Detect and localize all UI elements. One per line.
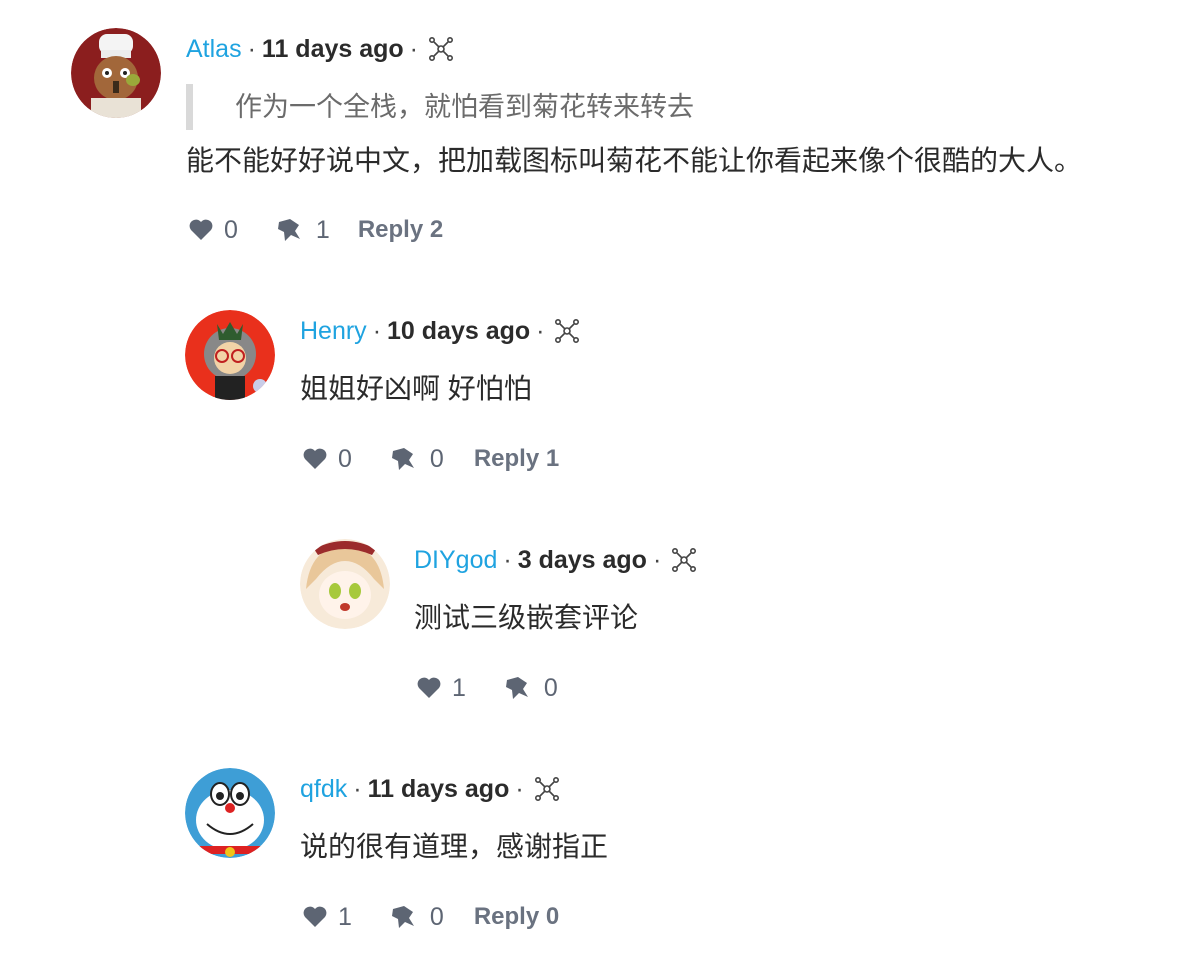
dislike-count: 0 [543, 673, 558, 702]
timestamp[interactable]: 11 days ago [262, 35, 404, 64]
thumbs-down-icon [277, 219, 300, 241]
network-icon[interactable] [554, 318, 580, 344]
dislike-button[interactable]: 0 [390, 903, 444, 932]
avatar[interactable] [185, 768, 275, 858]
network-icon[interactable] [671, 547, 697, 573]
timestamp[interactable]: 3 days ago [518, 546, 647, 575]
avatar[interactable] [185, 310, 275, 400]
dislike-count: 0 [429, 902, 444, 931]
separator-dot: · [515, 774, 524, 803]
dislike-count: 1 [315, 215, 330, 244]
separator-dot: · [353, 774, 362, 803]
comment-actions: 1 0 Reply 0 [302, 897, 559, 937]
comment-header: qfdk · 11 days ago · [300, 769, 560, 809]
heart-icon [189, 219, 213, 240]
author-name[interactable]: Henry [300, 317, 367, 346]
like-count: 1 [338, 902, 352, 931]
separator-dot: · [409, 34, 418, 63]
separator-dot: · [503, 545, 512, 574]
like-count: 0 [224, 215, 238, 244]
author-name[interactable]: DIYgod [414, 546, 497, 575]
comment-text: 测试三级嵌套评论 [414, 602, 639, 633]
reply-button[interactable]: Reply 2 [358, 216, 443, 244]
dislike-button[interactable]: 1 [276, 216, 330, 245]
comment-header: DIYgod · 3 days ago · [414, 540, 697, 580]
timestamp[interactable]: 10 days ago [387, 317, 530, 346]
heart-icon [417, 677, 441, 698]
dislike-button[interactable]: 0 [390, 445, 444, 474]
author-name[interactable]: Atlas [186, 35, 242, 64]
comment-header: Henry · 10 days ago · [300, 311, 580, 351]
like-button[interactable]: 1 [416, 674, 466, 703]
separator-dot: · [372, 316, 382, 345]
network-icon[interactable] [428, 36, 454, 62]
comment-header: Atlas · 11 days ago · [186, 29, 454, 69]
comment-text: 说的很有道理，感谢指正 [300, 831, 609, 862]
thumbs-down-icon [391, 906, 414, 928]
quoted-text: 作为一个全栈，就怕看到菊花转来转去 [186, 84, 694, 130]
comment-text: 能不能好好说中文，把加载图标叫菊花不能让你看起来像个很酷的大人。 [186, 145, 1083, 176]
separator-dot: · [536, 316, 545, 345]
like-count: 0 [338, 444, 352, 473]
timestamp[interactable]: 11 days ago [368, 775, 510, 804]
thumbs-down-icon [505, 677, 528, 699]
dislike-button[interactable]: 0 [504, 674, 558, 703]
comment-text: 姐姐好凶啊 好怕怕 [300, 373, 532, 404]
like-button[interactable]: 0 [302, 445, 352, 474]
separator-dot: · [247, 34, 256, 63]
separator-dot: · [652, 545, 662, 574]
like-button[interactable]: 0 [188, 216, 238, 245]
avatar[interactable] [300, 539, 390, 629]
network-icon[interactable] [534, 776, 560, 802]
comment-actions: 1 0 [416, 668, 558, 708]
heart-icon [303, 448, 327, 469]
reply-button[interactable]: Reply 1 [474, 445, 559, 473]
comment-actions: 0 1 Reply 2 [188, 210, 443, 250]
like-button[interactable]: 1 [302, 903, 352, 932]
like-count: 1 [452, 673, 466, 702]
thumbs-down-icon [391, 448, 414, 470]
comment-actions: 0 0 Reply 1 [302, 439, 559, 479]
author-name[interactable]: qfdk [300, 775, 347, 804]
heart-icon [303, 906, 327, 927]
avatar[interactable] [71, 28, 161, 118]
reply-button[interactable]: Reply 0 [474, 903, 559, 931]
dislike-count: 0 [429, 444, 444, 473]
